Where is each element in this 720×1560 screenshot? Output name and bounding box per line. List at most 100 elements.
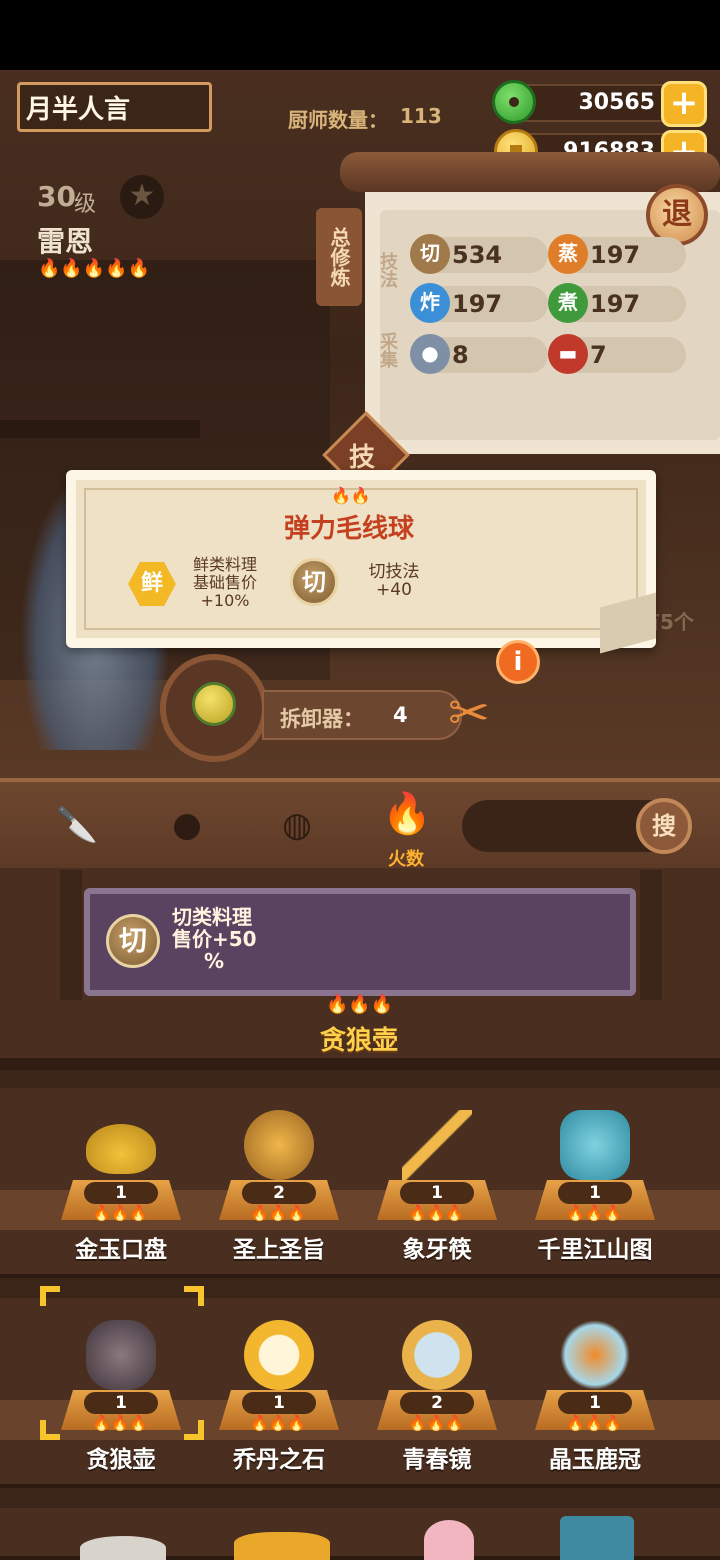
filter-knife-icon[interactable]: 🔪: [52, 800, 102, 850]
item-flames: 🔥🔥🔥: [92, 1414, 149, 1432]
jade-icon: [492, 80, 536, 124]
stat-value: 197: [590, 290, 641, 318]
item-card[interactable]: 1 🔥🔥🔥 象牙筷: [362, 1100, 512, 1300]
effect2-line2: +40: [376, 580, 412, 600]
jade-currency: 30565 +: [492, 80, 707, 127]
item-flames: 🔥🔥🔥: [408, 1414, 465, 1432]
flame-icon: 🔥: [82, 258, 106, 279]
item-card-selected[interactable]: 1 🔥🔥🔥 贪狼壶: [46, 1310, 196, 1510]
detail-frame: [84, 888, 636, 996]
item-count: 1: [558, 1392, 632, 1414]
skill-label: 技法: [377, 252, 398, 288]
detail-post-left: [60, 870, 82, 1000]
golden-plate-icon: [86, 1124, 156, 1174]
pliers-icon[interactable]: ✂: [448, 684, 490, 742]
effect1-text: 鲜类料理 基础售价 +10%: [186, 556, 264, 610]
detail-line1: 切类料理: [172, 905, 252, 929]
steam-icon: 蒸: [548, 234, 588, 274]
partial-item-icon[interactable]: [560, 1516, 634, 1560]
flame-icon: 🔥: [127, 258, 151, 279]
filter-bag-icon[interactable]: ●: [162, 800, 212, 850]
stat-value: 8: [452, 341, 469, 369]
player-name-box[interactable]: 月半人言: [17, 82, 212, 132]
item-card[interactable]: 1 🔥🔥🔥 金玉口盘: [46, 1100, 196, 1300]
item-name: 圣上圣旨: [233, 1237, 325, 1263]
flame-icon: 🔥: [38, 258, 61, 279]
item-count: 1: [558, 1182, 632, 1204]
detail-post-right: [640, 870, 662, 1000]
chef-name: 雷恩: [37, 225, 94, 258]
stat-cut: 切 534: [410, 234, 548, 274]
item-card[interactable]: 2 🔥🔥🔥 圣上圣旨: [204, 1100, 354, 1300]
item-name: 贪狼壶: [86, 1447, 156, 1473]
item-card[interactable]: 1 🔥🔥🔥 千里江山图: [520, 1100, 670, 1300]
cut-icon: 切: [106, 914, 160, 968]
stat-value: 197: [452, 290, 503, 318]
search-button[interactable]: 搜: [636, 798, 692, 854]
fry-icon: 炸: [410, 283, 450, 323]
player-name: 月半人言: [26, 94, 131, 125]
stat-meat: ▬ 7: [548, 334, 686, 374]
tooltip-title: 弹力毛线球: [284, 514, 415, 544]
add-jade-button[interactable]: +: [661, 81, 707, 127]
dismantle-label: 拆卸器：: [280, 707, 364, 731]
star-icon[interactable]: ★: [120, 175, 164, 219]
item-flames: 🔥🔥🔥: [250, 1204, 307, 1222]
filter-fire-icon[interactable]: 🔥: [382, 790, 432, 840]
partial-item-icon[interactable]: [80, 1536, 166, 1560]
dismantle-count: 4: [393, 703, 408, 727]
item-flames: 🔥🔥🔥: [566, 1414, 623, 1432]
item-card[interactable]: 1 🔥🔥🔥 晶玉鹿冠: [520, 1310, 670, 1510]
chef-count-value: 113: [400, 104, 442, 128]
flame-icon: 🔥: [105, 258, 128, 279]
status-bar: [0, 0, 720, 70]
flame-icon: 🔥: [60, 258, 83, 279]
jade-antler-crown-icon: [560, 1320, 630, 1390]
selection-corner: [184, 1286, 204, 1306]
item-count: 2: [242, 1182, 316, 1204]
item-count: 1: [84, 1182, 158, 1204]
partial-item-icon[interactable]: [424, 1520, 474, 1560]
filter-pan-icon[interactable]: ◍: [272, 800, 322, 850]
effect2-text: 切技法 +40: [356, 563, 432, 599]
stat-fish: ● 8: [410, 334, 548, 374]
skill-diamond-label: 技: [349, 443, 376, 473]
stat-boil: 煮 197: [548, 283, 686, 323]
detail-line3: %: [204, 949, 225, 973]
item-name: 青春镜: [402, 1447, 472, 1473]
meat-icon: ▬: [548, 334, 588, 374]
info-button[interactable]: i: [496, 640, 540, 684]
detail-item-name: 贪狼壶: [320, 1026, 399, 1056]
effect1-line2: 基础售价: [192, 573, 257, 592]
yarn-ball-icon: [192, 682, 236, 726]
item-flames: 🔥🔥🔥: [566, 1204, 623, 1222]
imperial-edict-icon: [244, 1110, 314, 1180]
stat-value: 534: [452, 241, 503, 269]
item-name: 乔丹之石: [233, 1447, 325, 1473]
detail-effect-text: 切类料理 售价+50 %: [172, 906, 257, 972]
wolf-pot-icon: [86, 1320, 156, 1390]
chef-level-unit: 级: [74, 192, 97, 217]
jordan-stone-icon: [244, 1320, 314, 1390]
flame-icon: 🔥: [326, 994, 349, 1015]
chef-count-label: 厨师数量：: [288, 108, 388, 132]
effect1-line3: +10%: [200, 591, 250, 610]
flame-icon: 🔥: [331, 486, 351, 505]
item-flames: 🔥🔥🔥: [250, 1414, 307, 1432]
item-name: 金玉口盘: [75, 1237, 167, 1263]
chef-rarity-flames: 🔥🔥🔥🔥🔥: [38, 258, 150, 279]
item-card[interactable]: 2 🔥🔥🔥 青春镜: [362, 1310, 512, 1510]
separator: [0, 1058, 720, 1070]
partial-item-icon[interactable]: [234, 1532, 330, 1560]
item-count: 1: [400, 1182, 474, 1204]
item-card[interactable]: 1 🔥🔥🔥 乔丹之石: [204, 1310, 354, 1510]
tab-total-training[interactable]: 总修炼: [316, 208, 362, 306]
item-name: 千里江山图: [537, 1237, 653, 1263]
scroll-painting-icon: [560, 1110, 630, 1180]
item-name: 象牙筷: [402, 1237, 472, 1263]
boil-icon: 煮: [548, 283, 588, 323]
effect1-line1: 鲜类料理: [192, 555, 257, 574]
detail-line2: 售价+50: [172, 927, 257, 951]
ivory-chopsticks-icon: [402, 1110, 472, 1180]
stat-value: 197: [590, 241, 641, 269]
